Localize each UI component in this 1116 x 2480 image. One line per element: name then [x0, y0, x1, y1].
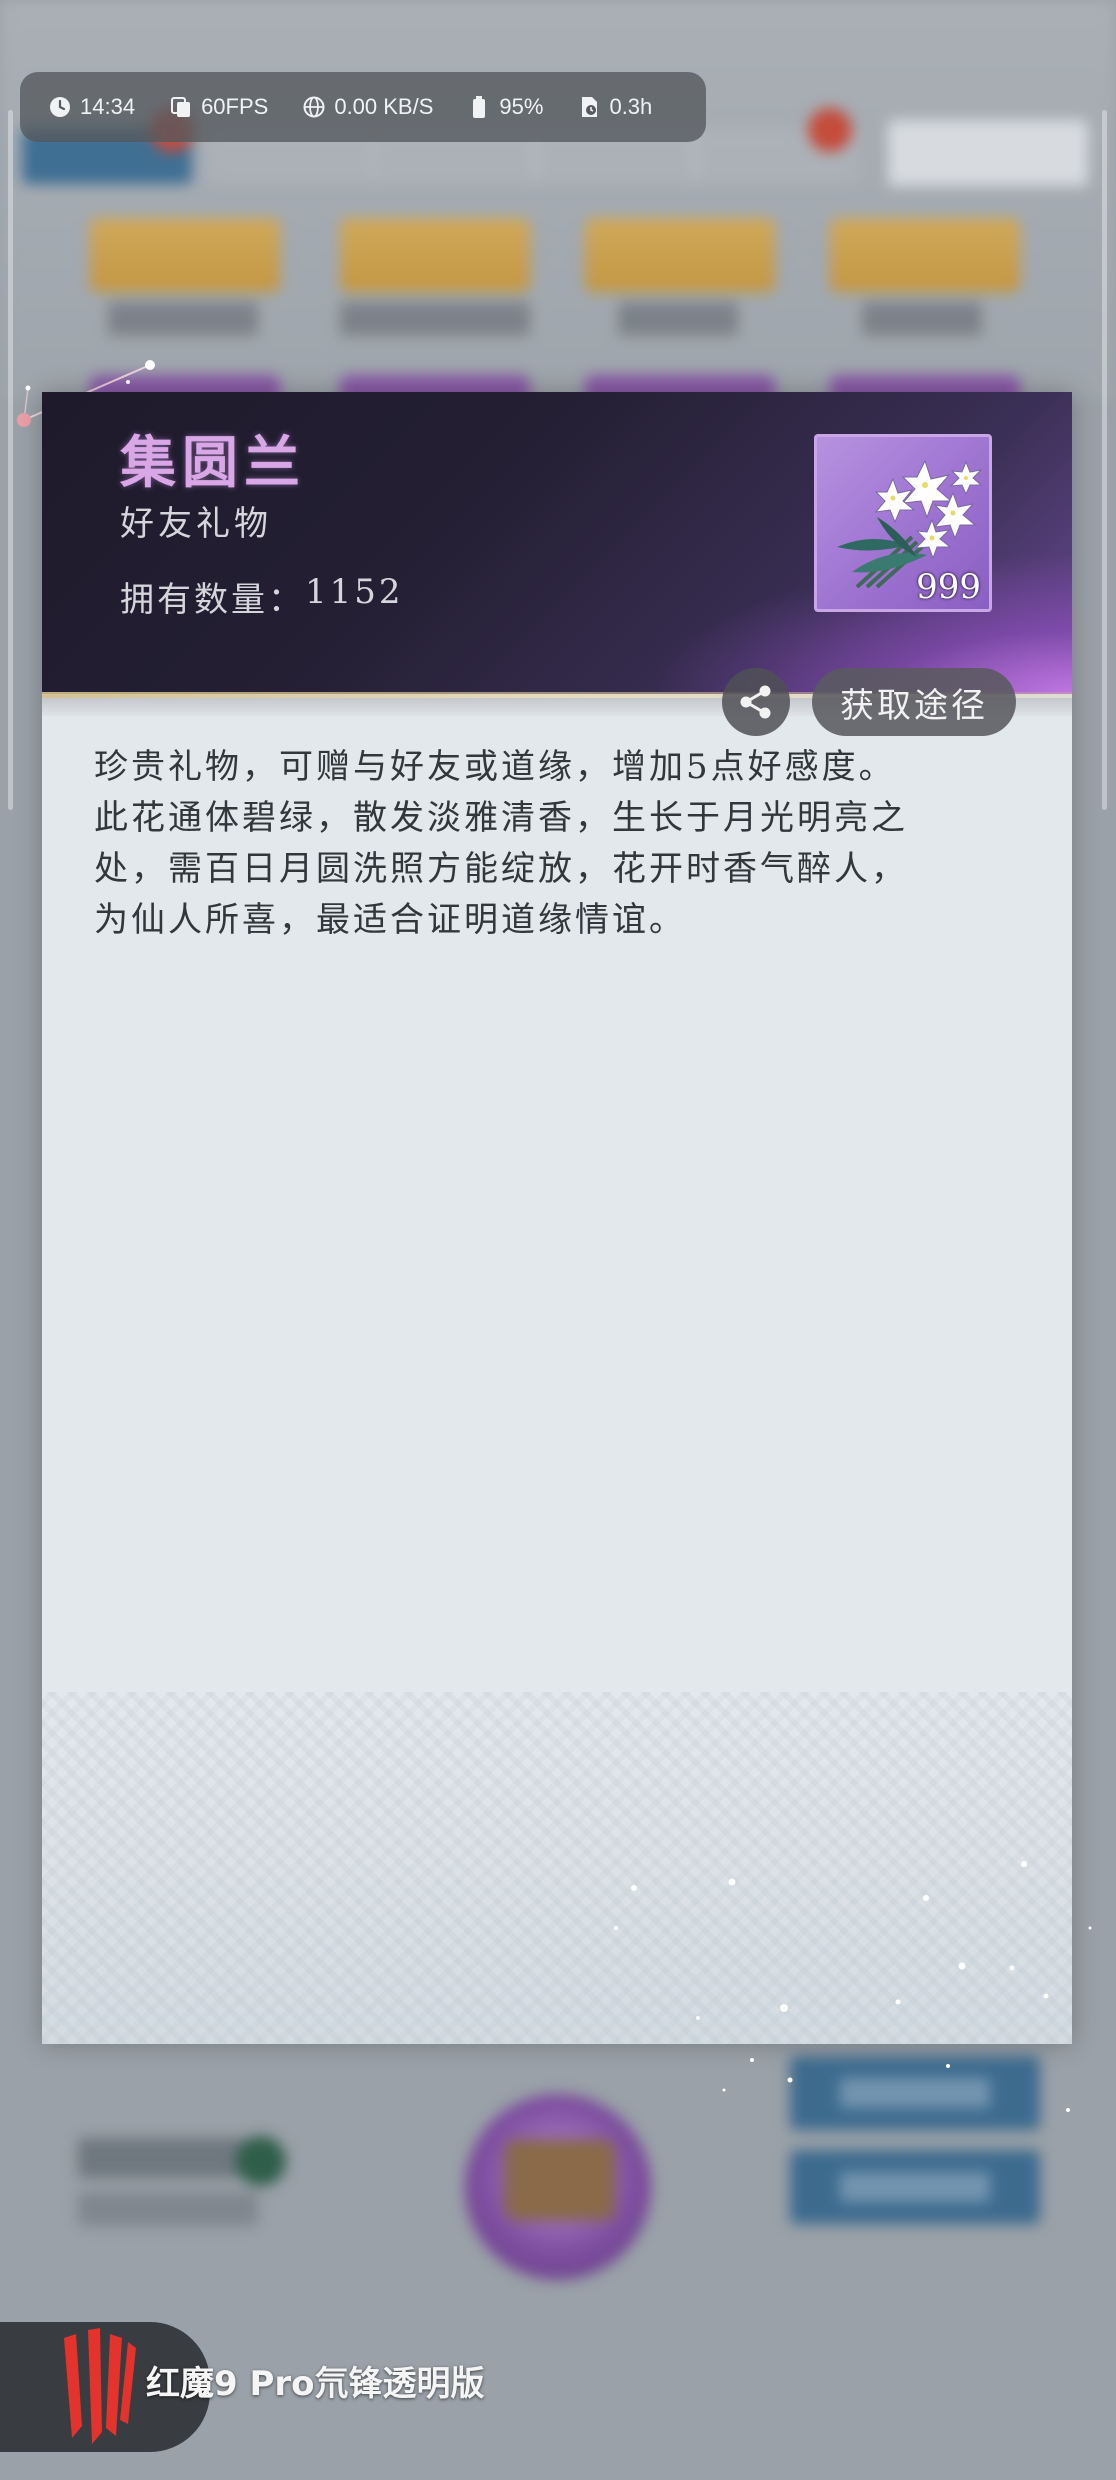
status-fps: 60FPS: [169, 94, 268, 120]
session-timer-icon: [577, 95, 601, 119]
status-time-text: 14:34: [80, 94, 136, 119]
background-card-label: [108, 302, 258, 336]
share-button[interactable]: [722, 668, 790, 736]
background-button-label: [840, 2172, 990, 2202]
item-header: 集圆兰 好友礼物 拥有数量： 1152 999: [42, 392, 1072, 694]
scroll-indicator-left: [8, 110, 13, 810]
status-battery-text: 95%: [499, 94, 544, 119]
item-owned-count-value: 1152: [305, 572, 404, 612]
item-description-line: 此花通体碧绿，散发淡雅清香，生长于月光明亮之: [94, 798, 908, 838]
status-time: 14:34: [48, 94, 135, 120]
item-owned-count-label: 拥有数量：: [120, 580, 305, 620]
item-icon-frame: 999: [814, 434, 992, 612]
status-network-text: 0.00 KB/S: [334, 94, 434, 119]
clock-icon: [48, 95, 72, 119]
background-card: [90, 218, 280, 292]
background-button-label: [840, 2078, 990, 2108]
globe-icon: [302, 95, 326, 119]
background-badge: [808, 108, 852, 152]
share-icon: [740, 685, 771, 719]
scroll-indicator-right: [1102, 110, 1107, 810]
status-battery: 95%: [467, 94, 543, 120]
background-label: [78, 2192, 258, 2226]
background-card: [585, 218, 775, 292]
background-card: [340, 218, 530, 292]
background-icon: [236, 2136, 286, 2186]
item-description-line: 处，需百日月圆洗照方能绽放，花开时香气醉人，: [94, 849, 908, 889]
background-chest-icon: [505, 2140, 615, 2220]
item-owned-count: 拥有数量： 1152: [120, 572, 404, 621]
panel-background-pattern: [42, 1692, 1072, 2044]
background-search-box: [888, 120, 1088, 186]
status-fps-text: 60FPS: [201, 94, 269, 119]
background-card: [830, 218, 1020, 292]
background-label: [78, 2138, 258, 2178]
performance-status-overlay: 14:34 60FPS 0.00 KB/S 95% 0.3h: [20, 72, 706, 142]
background-card-label: [862, 302, 982, 336]
item-name: 集圆兰: [120, 430, 306, 496]
item-description: 珍贵礼物，可赠与好友或道缘，增加5点好感度。 此花通体碧绿，散发淡雅清香，生长于…: [94, 742, 1054, 946]
frames-icon: [169, 95, 193, 119]
item-description-line: 为仙人所喜，最适合证明道缘情谊。: [94, 900, 686, 940]
item-type: 好友礼物: [120, 504, 272, 544]
item-detail-panel: 集圆兰 好友礼物 拥有数量： 1152 999 获取途径 珍贵礼物，可赠与好友或…: [42, 392, 1072, 2044]
item-quantity-badge: 999: [916, 567, 981, 607]
status-network: 0.00 KB/S: [302, 94, 433, 120]
watermark-text: 红魔9 Pro氘锋透明版: [146, 2364, 485, 2404]
background-card-label: [340, 302, 530, 336]
status-session: 0.3h: [577, 94, 652, 120]
obtain-method-button[interactable]: 获取途径: [812, 668, 1016, 736]
item-description-line: 珍贵礼物，可赠与好友或道缘，增加5点好感度。: [94, 747, 896, 787]
status-session-text: 0.3h: [609, 94, 653, 119]
battery-icon: [467, 95, 491, 119]
background-card-label: [618, 302, 738, 336]
red-magic-logo-icon: [64, 2328, 136, 2444]
